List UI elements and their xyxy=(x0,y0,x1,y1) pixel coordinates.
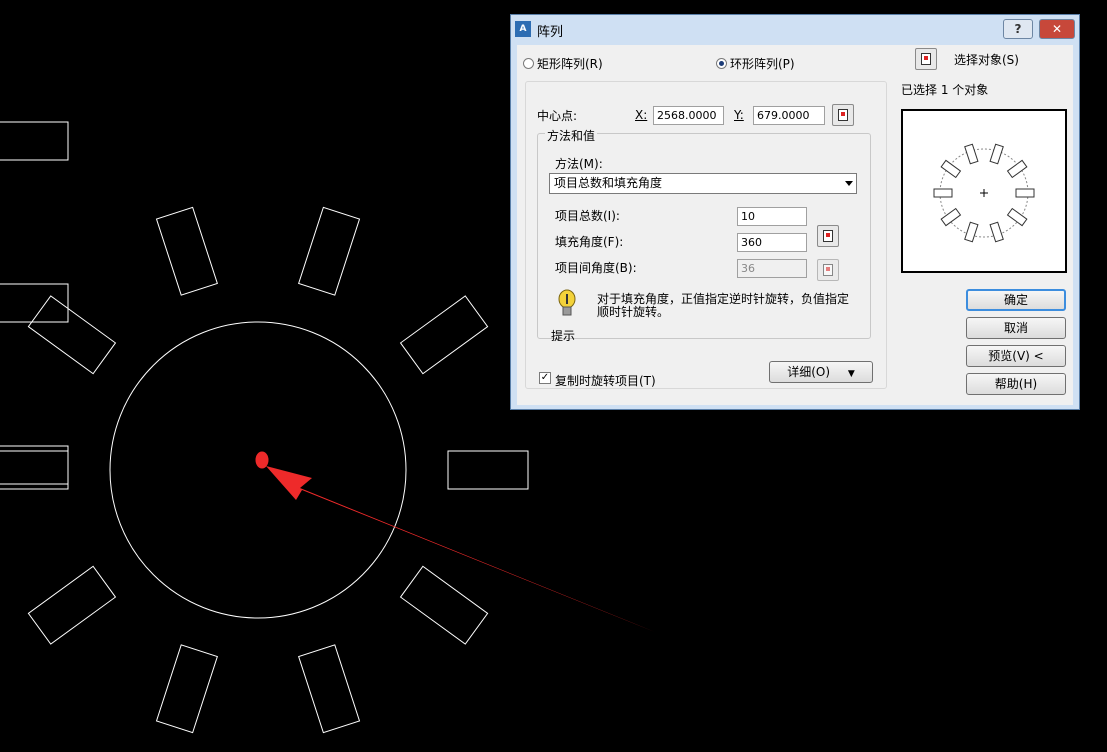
method-combo-value: 项目总数和填充角度 xyxy=(554,176,663,190)
polar-array-label[interactable]: 环形阵列(P) xyxy=(730,55,795,72)
fill-angle-field[interactable]: 360 xyxy=(737,233,807,252)
array-item-rectangle xyxy=(447,450,529,490)
method-label: 方法(M): xyxy=(555,157,603,171)
rect-array-radio[interactable] xyxy=(523,58,534,69)
array-preview-panel xyxy=(901,109,1067,273)
preview-item-rectangle xyxy=(989,143,1004,165)
dialog-client-area: 矩形阵列(R) 环形阵列(P) 中心点: X: 2568.0000 Y: 679… xyxy=(517,45,1073,405)
total-items-label: 项目总数(I): xyxy=(555,209,620,223)
array-item-rectangle xyxy=(155,644,218,734)
close-button[interactable]: ✕ xyxy=(1039,19,1075,39)
array-rectangles xyxy=(0,206,529,734)
array-item-rectangle xyxy=(298,644,361,734)
partial-rect-low xyxy=(0,445,69,485)
chevron-down-icon xyxy=(845,181,853,186)
array-circle-group xyxy=(109,321,407,619)
help-title-button[interactable]: ? xyxy=(1003,19,1033,39)
array-circle xyxy=(109,321,407,619)
dialog-title: 阵列 xyxy=(537,25,564,40)
preview-button[interactable]: 预览(V) < xyxy=(966,345,1066,367)
array-item-rectangle xyxy=(27,565,117,645)
pick-point-icon xyxy=(838,109,848,121)
details-label: 详细(O) xyxy=(787,365,831,379)
center-x-field[interactable]: 2568.0000 xyxy=(653,106,724,125)
preview-item-rectangle xyxy=(1015,188,1035,198)
select-objects-icon xyxy=(921,53,931,65)
details-chevron-icon: ▼ xyxy=(847,369,855,379)
help-button[interactable]: 帮助(H) xyxy=(966,373,1066,395)
array-preview-drawing xyxy=(933,143,1035,243)
select-objects-button[interactable] xyxy=(915,48,937,70)
preview-item-rectangle xyxy=(1006,207,1028,227)
rect-array-label[interactable]: 矩形阵列(R) xyxy=(537,55,603,72)
rotate-items-checkbox[interactable]: ✓ xyxy=(539,372,551,384)
array-item-rectangle xyxy=(0,450,69,490)
cancel-button[interactable]: 取消 xyxy=(966,317,1066,339)
pick-center-point-button[interactable] xyxy=(832,104,854,126)
lightbulb-icon xyxy=(558,289,576,316)
angle-between-field: 36 xyxy=(737,259,807,278)
preview-item-rectangle xyxy=(964,221,979,243)
preview-item-rectangle xyxy=(989,221,1004,243)
selection-status: 已选择 1 个对象 xyxy=(901,83,989,97)
hint-label: 提示 xyxy=(551,329,576,343)
polar-array-radio[interactable] xyxy=(716,58,727,69)
pick-angle-icon-disabled xyxy=(823,264,833,276)
center-point-mark xyxy=(255,451,269,469)
ok-button[interactable]: 确定 xyxy=(966,289,1066,311)
autocad-app-icon: A xyxy=(515,21,531,37)
array-item-rectangle xyxy=(298,206,361,296)
fill-angle-label: 填充角度(F): xyxy=(555,235,624,249)
partial-rect-top xyxy=(0,121,69,161)
preview-item-rectangle xyxy=(940,207,962,227)
array-item-rectangle xyxy=(399,295,489,375)
center-y-label: Y: xyxy=(734,108,744,122)
rotate-items-label[interactable]: 复制时旋转项目(T) xyxy=(555,372,656,389)
method-group-title: 方法和值 xyxy=(545,127,598,144)
partial-rect-mid xyxy=(0,283,69,323)
array-item-rectangle xyxy=(399,565,489,645)
arrow-to-center xyxy=(266,466,655,632)
center-x-label: X: xyxy=(635,108,648,122)
angle-between-label: 项目间角度(B): xyxy=(555,261,637,275)
pick-angle-between-button xyxy=(817,259,839,281)
preview-item-rectangle xyxy=(964,143,979,165)
array-item-rectangle xyxy=(27,295,117,375)
details-button[interactable]: 详细(O) ▼ xyxy=(769,361,873,383)
array-dialog: A 阵列 ? ✕ 矩形阵列(R) 环形阵列(P) 中心点: X: 2568.00… xyxy=(510,14,1080,410)
center-y-field[interactable]: 679.0000 xyxy=(753,106,825,125)
partial-rectangles xyxy=(0,121,69,485)
array-item-rectangle xyxy=(155,206,218,296)
select-objects-label[interactable]: 选择对象(S) xyxy=(954,51,1019,68)
pick-fill-angle-button[interactable] xyxy=(817,225,839,247)
dialog-titlebar: A 阵列 ? ✕ xyxy=(511,15,1079,43)
hint-text: 对于填充角度，正值指定逆时针旋转，负值指定顺时针旋转。 xyxy=(597,292,850,319)
center-point-label: 中心点: xyxy=(537,109,578,123)
pick-angle-icon xyxy=(823,230,833,242)
total-items-field[interactable]: 10 xyxy=(737,207,807,226)
method-combo[interactable]: 项目总数和填充角度 xyxy=(549,173,857,194)
preview-item-rectangle xyxy=(933,188,953,198)
